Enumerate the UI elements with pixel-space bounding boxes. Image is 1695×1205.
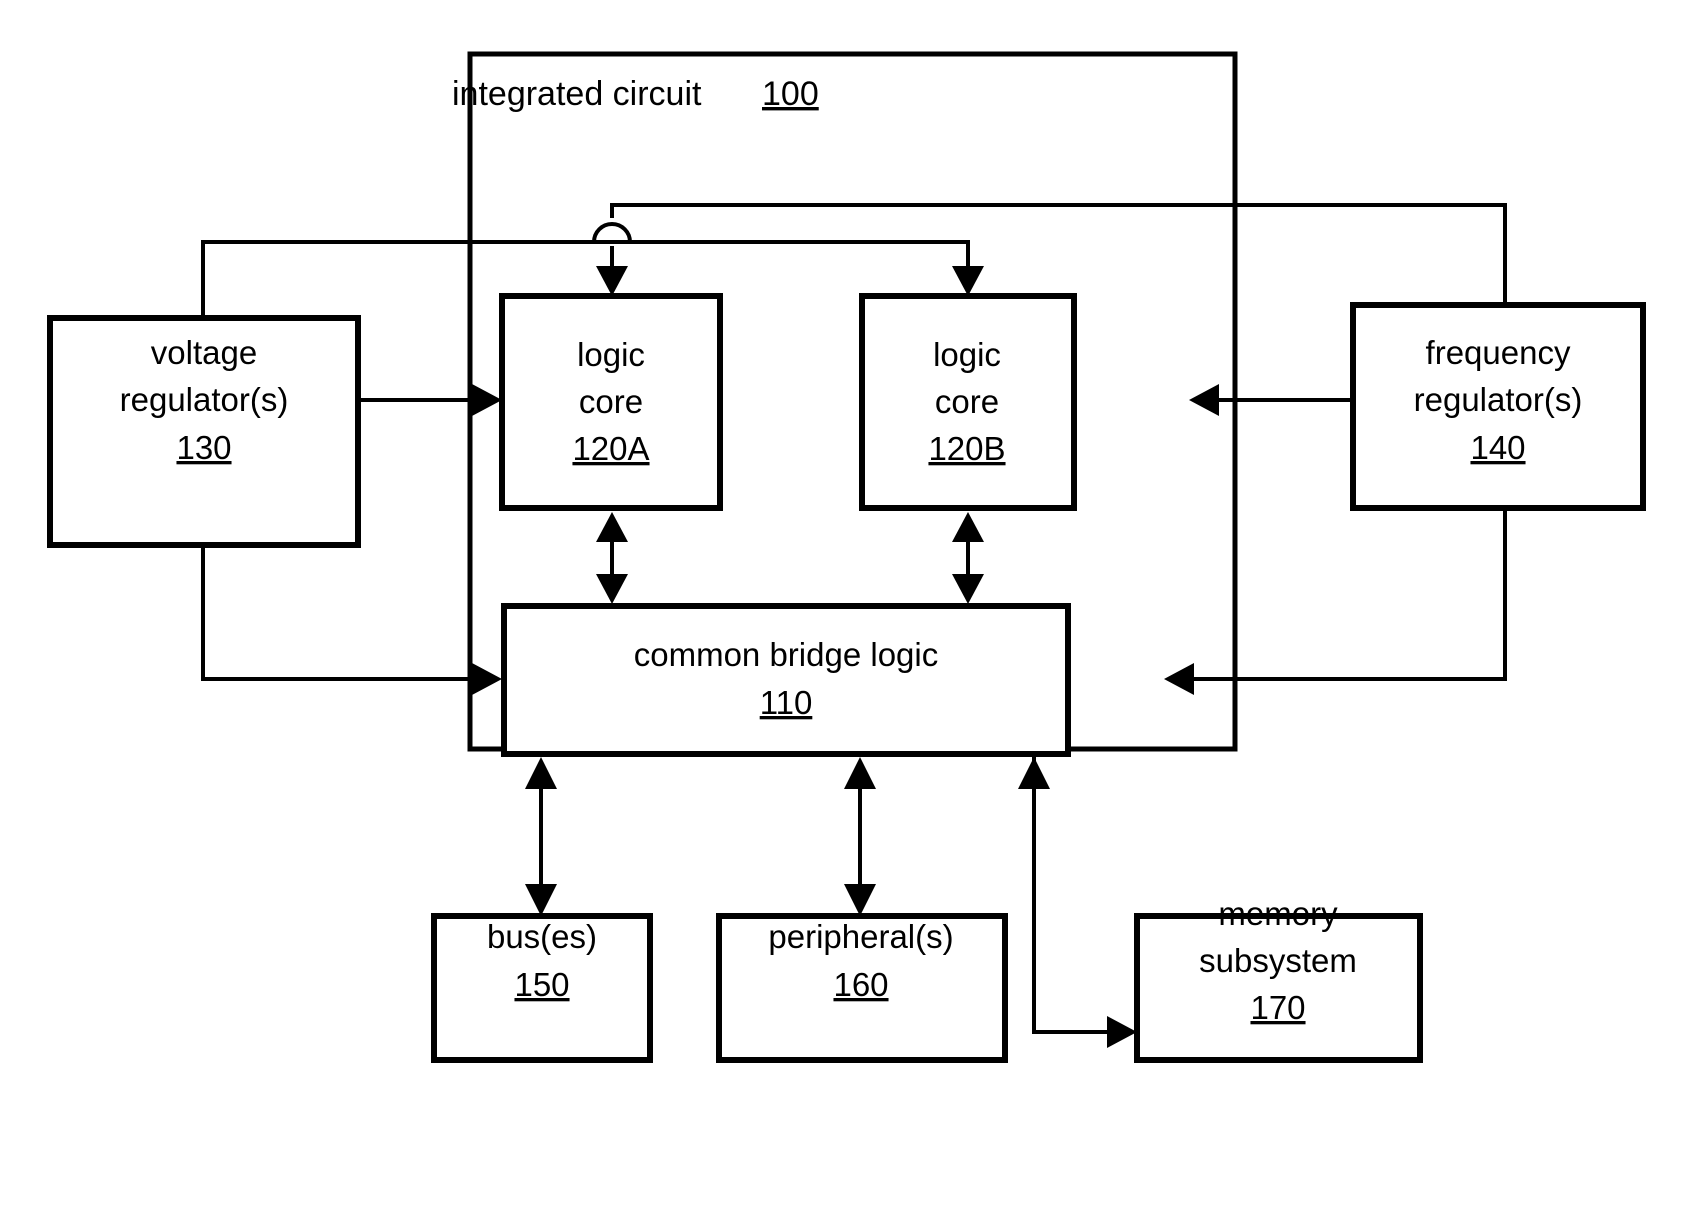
wire-bridge-buses: [525, 757, 557, 916]
integrated-circuit-label: integrated circuit: [452, 75, 702, 113]
logic-core-a-line1: logic: [577, 336, 645, 373]
logic-core-a-ref: 120A: [572, 430, 649, 467]
wire-core-b-bridge: [952, 512, 984, 604]
memory-subsystem-ref: 170: [1250, 989, 1305, 1026]
wire-volt-to-bridge: [201, 545, 502, 695]
common-bridge-logic-line1: common bridge logic: [634, 636, 938, 673]
logic-core-b-line2: core: [935, 383, 999, 420]
buses-ref: 150: [514, 966, 569, 1003]
memory-subsystem-line1: memory: [1218, 895, 1338, 932]
logic-core-a-line2: core: [579, 383, 643, 420]
block-diagram-svg: integrated circuit 100 voltage regulator…: [47, 51, 1646, 1063]
block-peripherals[interactable]: peripheral(s) 160: [716, 913, 1008, 1063]
logic-core-b-line1: logic: [933, 336, 1001, 373]
wire-core-a-bridge: [596, 512, 628, 604]
voltage-regulator-line1: voltage: [151, 334, 257, 371]
common-bridge-logic-ref: 110: [760, 684, 813, 721]
frequency-regulator-line2: regulator(s): [1414, 381, 1583, 418]
wire-bridge-peripherals: [844, 757, 876, 916]
voltage-regulator-ref: 130: [176, 429, 231, 466]
block-logic-core-b[interactable]: logic core 120B: [859, 293, 1077, 511]
block-frequency-regulator[interactable]: frequency regulator(s) 140: [1350, 302, 1646, 511]
peripherals-line1: peripheral(s): [768, 918, 953, 955]
wire-volt-to-core-a: [358, 384, 502, 416]
voltage-regulator-line2: regulator(s): [120, 381, 289, 418]
integrated-circuit-ref: 100: [762, 75, 819, 113]
wire-freq-to-bridge: [1164, 505, 1507, 695]
block-voltage-regulator[interactable]: voltage regulator(s) 130: [47, 315, 361, 548]
block-memory-subsystem[interactable]: memory subsystem 170: [1134, 895, 1423, 1063]
buses-line1: bus(es): [487, 918, 597, 955]
wire-freq-to-core-a: [592, 203, 1507, 308]
block-common-bridge-logic[interactable]: common bridge logic 110: [501, 603, 1071, 757]
block-buses[interactable]: bus(es) 150: [431, 913, 653, 1063]
block-logic-core-a[interactable]: logic core 120A: [499, 293, 723, 511]
wire-bridge-memory: [1018, 757, 1137, 1048]
peripherals-ref: 160: [833, 966, 888, 1003]
memory-subsystem-line2: subsystem: [1199, 942, 1357, 979]
figure-canvas: integrated circuit 100 voltage regulator…: [0, 0, 1695, 1205]
logic-core-b-ref: 120B: [928, 430, 1005, 467]
wire-freq-to-core-b: [1189, 384, 1353, 416]
frequency-regulator-line1: frequency: [1426, 334, 1571, 371]
frequency-regulator-ref: 140: [1470, 429, 1525, 466]
